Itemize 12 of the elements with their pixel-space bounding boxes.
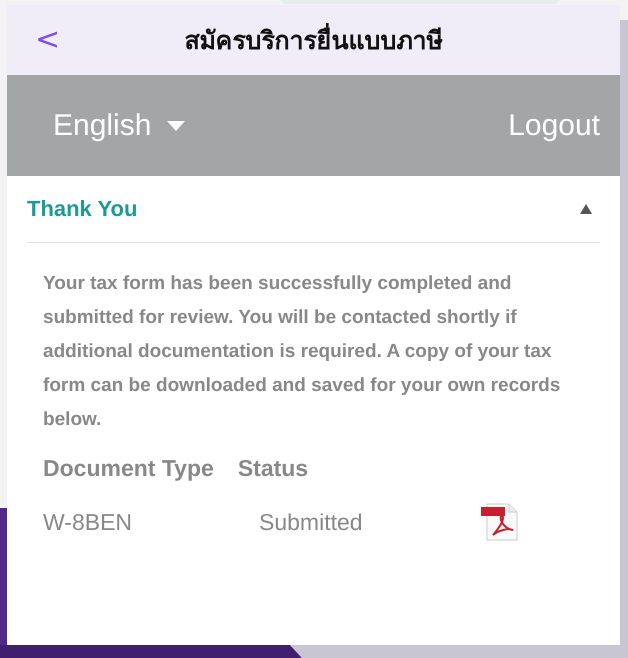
confirmation-message: Your tax form has been successfully completed and submitted for review. You will be contacted shortly if additional documentation is required. A copy of your tax form can be downloaded and saved for your own records below. bbox=[43, 272, 562, 432]
column-header: Status bbox=[238, 455, 308, 482]
page-title: สมัครบริการยื่นแบบภาษี bbox=[184, 20, 442, 60]
column-header: Document Type bbox=[43, 455, 214, 482]
caret-icon bbox=[167, 120, 186, 130]
collapse-icon[interactable] bbox=[580, 204, 592, 214]
language-dropdown[interactable]: English bbox=[53, 108, 186, 142]
back-button[interactable]: < bbox=[29, 23, 66, 57]
table-cell: W-8BEN bbox=[43, 508, 132, 534]
table-cell: Submitted bbox=[259, 508, 363, 534]
logout-button[interactable]: Logout bbox=[508, 108, 600, 142]
section-title: Thank You bbox=[27, 196, 138, 222]
